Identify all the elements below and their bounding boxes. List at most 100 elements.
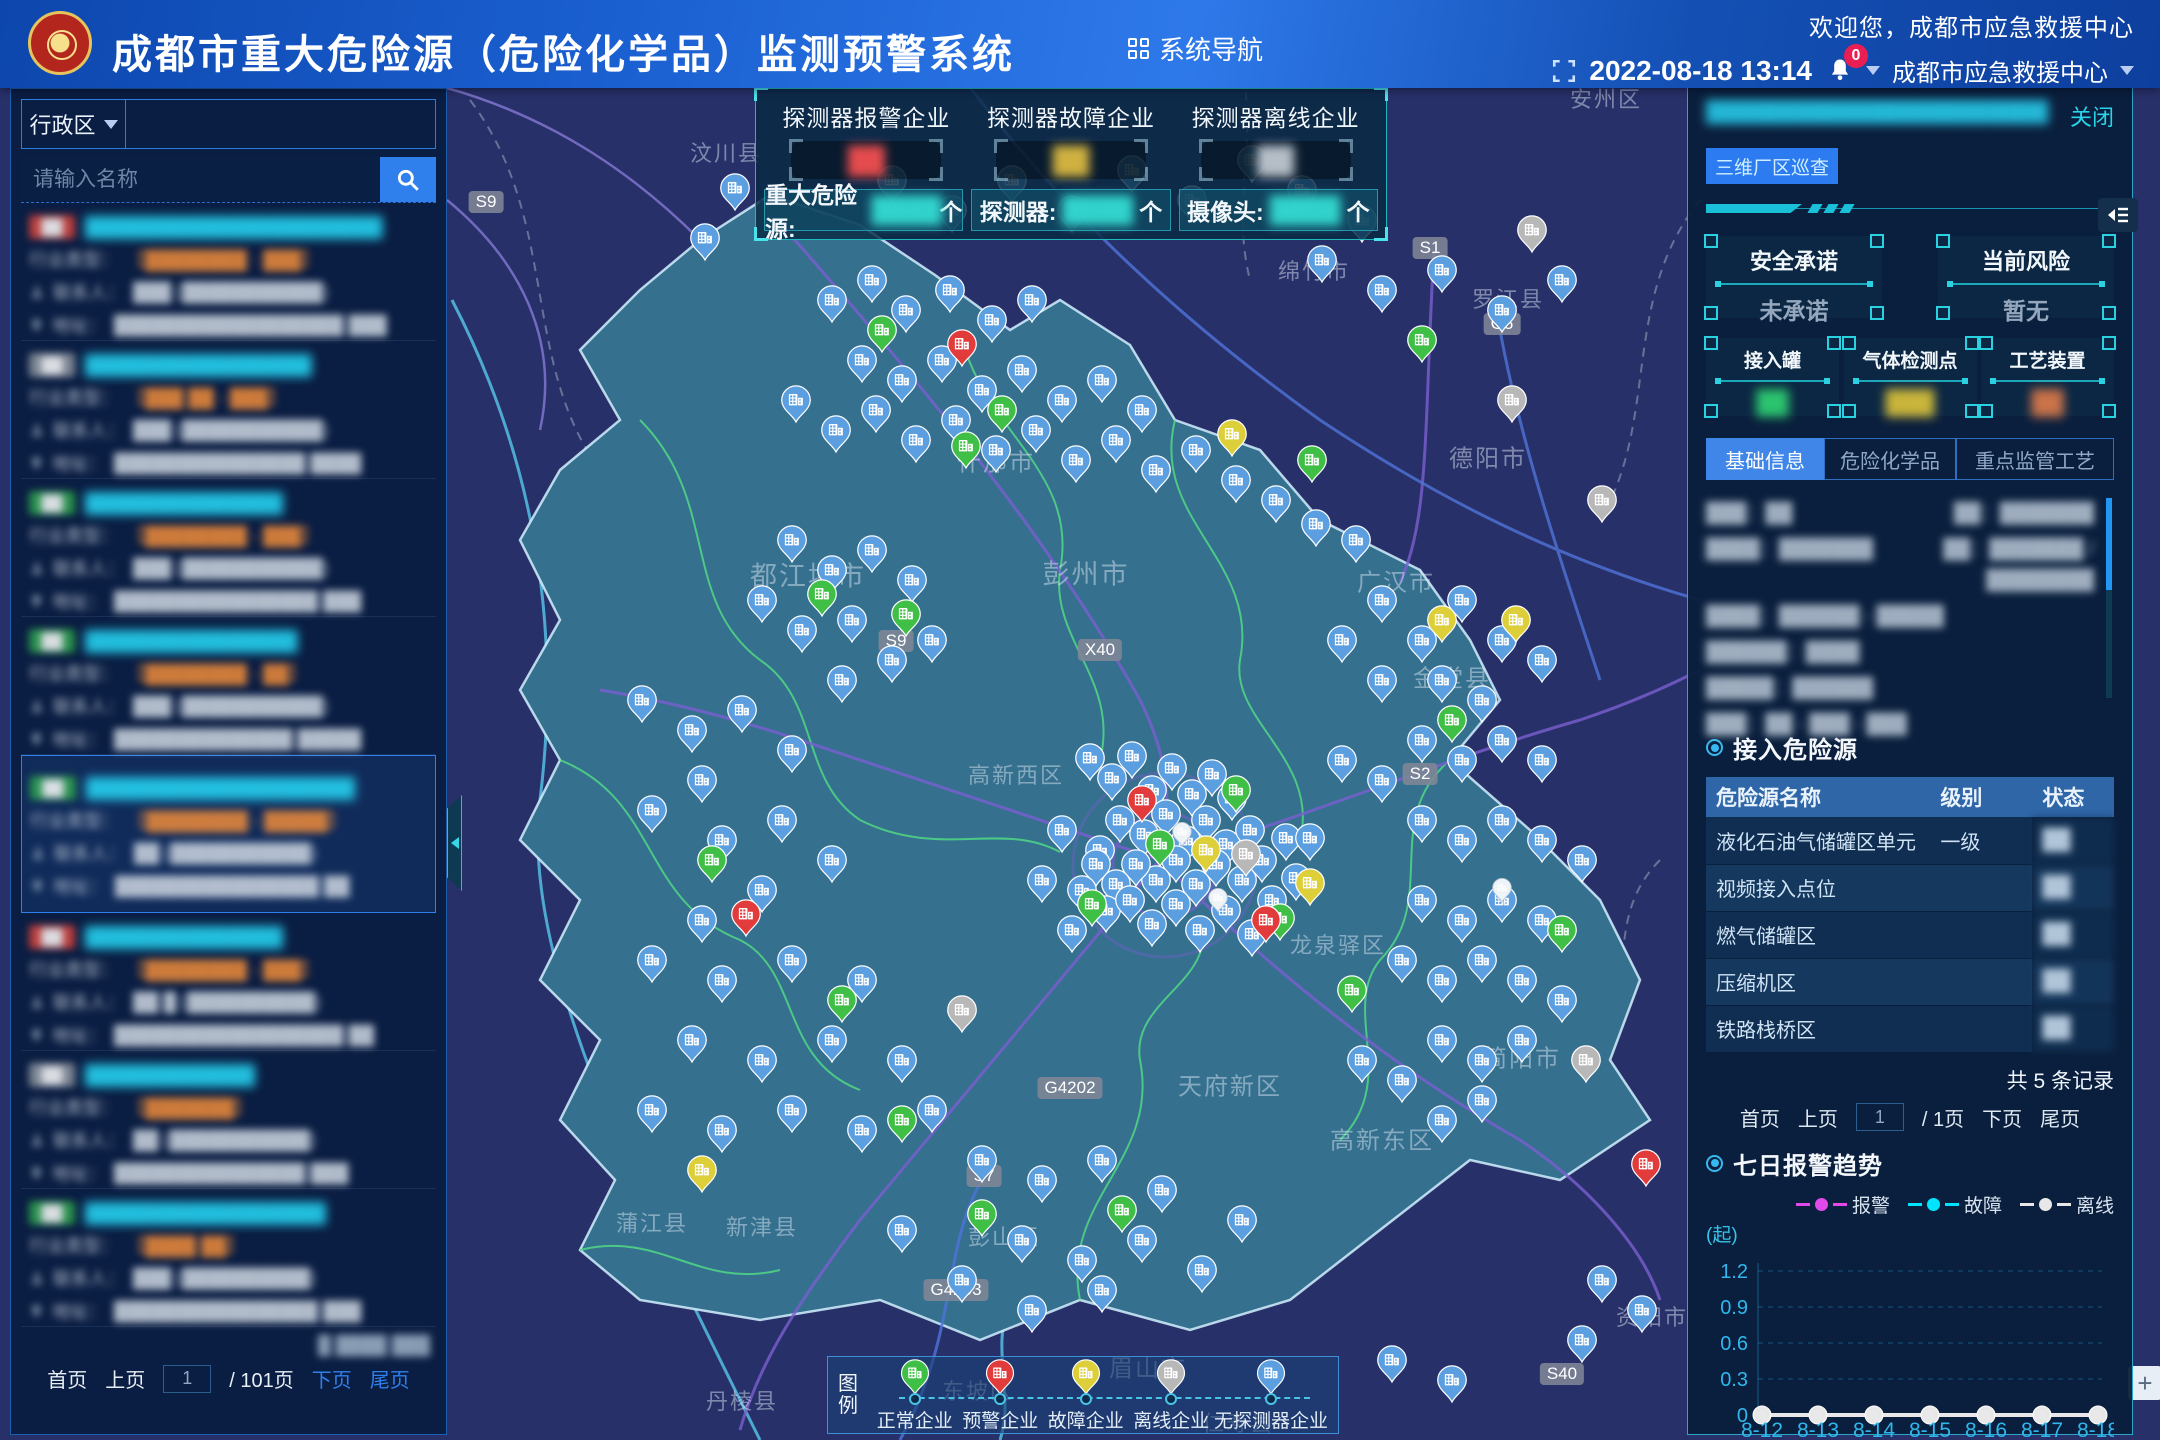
company-pin-n[interactable] <box>1408 806 1437 842</box>
company-pin-n[interactable] <box>1468 1086 1497 1122</box>
page-prev[interactable]: 上页 <box>105 1364 145 1393</box>
company-pin-n[interactable] <box>778 1096 807 1132</box>
hz-page-prev[interactable]: 上页 <box>1798 1103 1838 1132</box>
company-list-item[interactable]: ██████████████████行业类型：【███ ██ - ███】联系人… <box>21 341 436 479</box>
company-pin-o[interactable] <box>1572 1046 1601 1082</box>
page-next[interactable]: 下页 <box>312 1364 352 1393</box>
company-list-item[interactable]: ████████████████行业类型：【████████ - ███】联系人… <box>21 479 436 617</box>
company-pin-n[interactable] <box>838 606 867 642</box>
company-pin-n[interactable] <box>1342 526 1371 562</box>
table-row[interactable]: 液化石油气储罐区单元一级██ <box>1706 817 2114 864</box>
company-pin-r[interactable] <box>732 900 761 936</box>
company-pin-n[interactable] <box>818 1026 847 1062</box>
company-list-item[interactable]: ███████████████████████行业类型：【████████ · … <box>21 203 436 341</box>
tab-0[interactable]: 基础信息 <box>1706 438 1824 480</box>
company-pin-n[interactable] <box>782 386 811 422</box>
company-pin-o[interactable] <box>1498 386 1527 422</box>
trend-legend-0[interactable]: 报警 <box>1796 1191 1890 1218</box>
company-pin-n[interactable] <box>1528 646 1557 682</box>
company-pin-n[interactable] <box>1528 826 1557 862</box>
company-pin-n[interactable] <box>858 266 887 302</box>
hz-page-first[interactable]: 首页 <box>1740 1103 1780 1132</box>
company-pin-r[interactable] <box>1632 1150 1661 1186</box>
detail-scrollbar[interactable] <box>2106 498 2112 698</box>
company-pin-n[interactable] <box>982 436 1011 472</box>
company-pin-y[interactable] <box>688 1156 717 1192</box>
company-pin-n[interactable] <box>1428 666 1457 702</box>
company-pin-n[interactable] <box>1222 466 1251 502</box>
company-pin-n[interactable] <box>1378 1346 1407 1382</box>
company-pin-n[interactable] <box>818 846 847 882</box>
company-list-item[interactable]: █████████████████行业类型：【████████ - ██】联系人… <box>21 617 436 755</box>
company-pin-n[interactable] <box>1062 446 1091 482</box>
company-pin-n[interactable] <box>1028 1166 1057 1202</box>
company-pin-n[interactable] <box>1488 296 1517 332</box>
company-pin-o[interactable] <box>1518 216 1547 252</box>
company-pin-n[interactable] <box>1022 416 1051 452</box>
search-button[interactable] <box>380 157 436 202</box>
company-pin-n[interactable] <box>1408 726 1437 762</box>
company-pin-n[interactable] <box>1368 666 1397 702</box>
company-pin-n[interactable] <box>848 1116 877 1152</box>
company-pin-n[interactable] <box>1328 626 1357 662</box>
company-pin-n[interactable] <box>1048 386 1077 422</box>
company-pin-n[interactable] <box>1448 906 1477 942</box>
company-pin-n[interactable] <box>1368 766 1397 802</box>
company-pin-n[interactable] <box>778 946 807 982</box>
fullscreen-icon[interactable] <box>1551 58 1577 84</box>
company-pin-g[interactable] <box>1408 326 1437 362</box>
company-pin-n[interactable] <box>1628 1296 1657 1332</box>
company-pin-n[interactable] <box>1438 1366 1467 1402</box>
company-pin-n[interactable] <box>1528 746 1557 782</box>
company-pin-n[interactable] <box>1408 886 1437 922</box>
company-pin-n[interactable] <box>968 1146 997 1182</box>
company-list-item[interactable]: ██████████████行业类型：【███████】联系人：██ (████… <box>21 1051 436 1189</box>
system-nav-button[interactable]: 系统导航 <box>1128 30 1263 67</box>
sidebar-collapse-button[interactable] <box>447 795 462 891</box>
company-pin-n[interactable] <box>1468 1046 1497 1082</box>
company-pin-n[interactable] <box>708 966 737 1002</box>
company-pin-n[interactable] <box>1568 1326 1597 1362</box>
company-pin-n[interactable] <box>1448 826 1477 862</box>
company-pin-g[interactable] <box>892 600 921 636</box>
notification-bell[interactable]: 0 <box>1824 56 1854 86</box>
company-pin-n[interactable] <box>1262 486 1291 522</box>
hz-page-input[interactable] <box>1856 1103 1904 1131</box>
company-pin-n[interactable] <box>1308 246 1337 282</box>
search-input[interactable] <box>21 157 380 202</box>
company-pin-n[interactable] <box>1088 1146 1117 1182</box>
user-menu[interactable]: 成都市应急救援中心 <box>1892 53 2108 88</box>
company-pin-n[interactable] <box>688 906 717 942</box>
company-pin-n[interactable] <box>638 796 667 832</box>
company-pin-g[interactable] <box>1438 706 1467 742</box>
close-button[interactable]: 关闭 <box>2070 100 2114 132</box>
company-list-item[interactable]: ████████████████行业类型：【████████ - ███】联系人… <box>21 913 436 1051</box>
table-row[interactable]: 铁路栈桥区██ <box>1706 1005 2114 1052</box>
company-pin-g[interactable] <box>1548 916 1577 952</box>
company-pin-g[interactable] <box>868 316 897 352</box>
company-pin-n[interactable] <box>822 416 851 452</box>
company-pin-n[interactable] <box>948 1266 977 1302</box>
company-pin-n[interactable] <box>1068 1246 1097 1282</box>
company-pin-n[interactable] <box>1088 366 1117 402</box>
company-pin-n[interactable] <box>1548 986 1577 1022</box>
table-row[interactable]: 燃气储罐区██ <box>1706 911 2114 958</box>
company-pin-n[interactable] <box>1058 916 1087 952</box>
company-pin-n[interactable] <box>878 646 907 682</box>
company-pin-n[interactable] <box>778 736 807 772</box>
company-pin-n[interactable] <box>1088 1276 1117 1312</box>
company-pin-n[interactable] <box>1448 746 1477 782</box>
company-pin-n[interactable] <box>708 1116 737 1152</box>
company-pin-n[interactable] <box>888 1216 917 1252</box>
company-pin-n[interactable] <box>778 526 807 562</box>
bell-caret-icon[interactable] <box>1866 66 1880 75</box>
company-pin-n[interactable] <box>768 806 797 842</box>
company-list-item[interactable]: █████████████████████行业类型：【████████ - ██… <box>21 755 436 913</box>
company-pin-n[interactable] <box>1428 966 1457 1002</box>
hz-page-next[interactable]: 下页 <box>1982 1103 2022 1132</box>
company-pin-g[interactable] <box>952 432 981 468</box>
tab-1[interactable]: 危险化学品 <box>1824 438 1956 480</box>
company-pin-n[interactable] <box>728 696 757 732</box>
company-pin-n[interactable] <box>691 224 720 260</box>
company-pin-n[interactable] <box>858 536 887 572</box>
